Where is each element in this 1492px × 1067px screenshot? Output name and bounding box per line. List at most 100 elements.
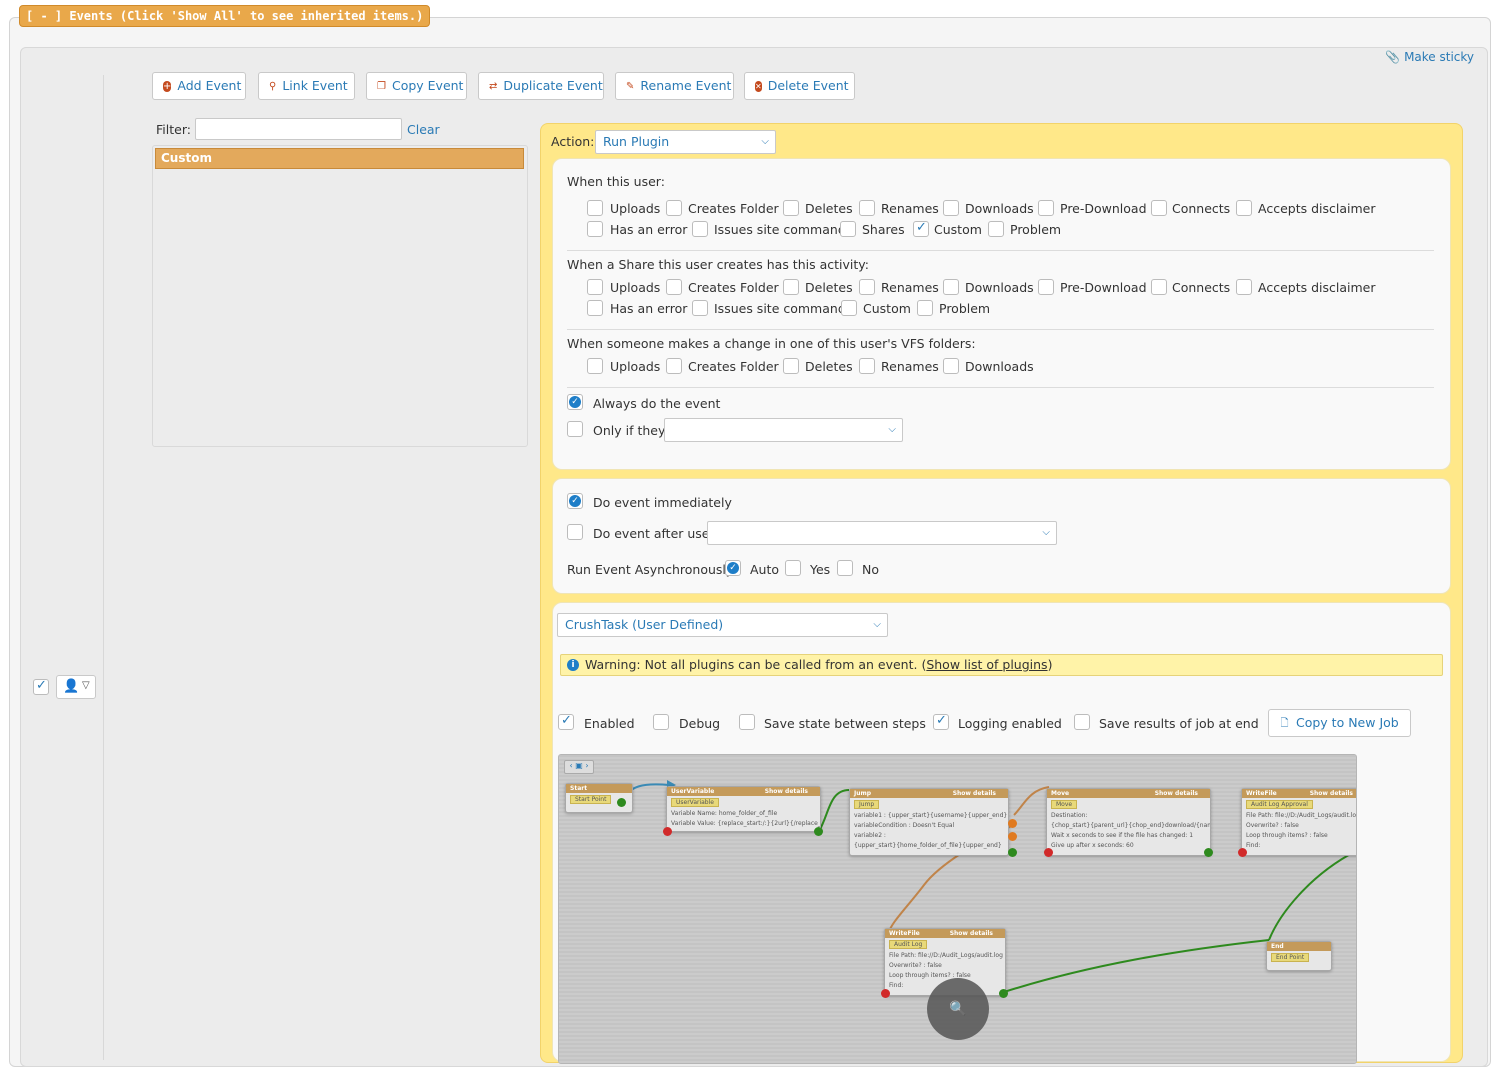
when-share-checkbox[interactable]: [666, 279, 682, 295]
when-vfs-checkbox[interactable]: [666, 358, 682, 374]
plus-circle-icon: +: [163, 80, 172, 92]
show-details-link[interactable]: Show details: [950, 929, 1005, 938]
node-port[interactable]: [999, 989, 1008, 998]
async-auto-checkbox[interactable]: [725, 560, 741, 576]
warning-text: Warning: Not all plugins can be called f…: [585, 657, 927, 672]
node-title: UserVariable: [671, 788, 715, 795]
debug-checkbox[interactable]: [653, 714, 669, 730]
end-node[interactable]: End End Point: [1266, 941, 1332, 971]
when-user-checkbox[interactable]: [587, 200, 603, 216]
move-node[interactable]: Move Show details Move Destination: {chop…: [1046, 788, 1211, 856]
when-share-checkbox[interactable]: [1151, 279, 1167, 295]
event-list-item[interactable]: Custom: [155, 148, 524, 169]
when-vfs-checkbox[interactable]: [943, 358, 959, 374]
logging-checkbox[interactable]: [933, 713, 949, 730]
when-share-checkbox[interactable]: [1038, 279, 1054, 295]
action-select[interactable]: Run Plugin ⌵: [595, 130, 776, 154]
when-user-checkbox[interactable]: [587, 221, 603, 237]
delete-event-button[interactable]: ✕ Delete Event: [744, 72, 855, 100]
node-port[interactable]: [1204, 848, 1213, 857]
node-port[interactable]: [1008, 848, 1017, 857]
show-details-link[interactable]: Show details: [765, 787, 820, 796]
only-if-checkbox[interactable]: [567, 421, 583, 437]
when-user-checkbox[interactable]: [1151, 200, 1167, 216]
user-menu-button[interactable]: 👤 ▽: [56, 675, 96, 699]
when-share-label: Deletes: [805, 280, 853, 295]
events-section-header[interactable]: [ - ] Events (Click 'Show All' to see in…: [19, 5, 431, 27]
writefile-approval-node[interactable]: WriteFile Show details Audit Log Approval…: [1241, 788, 1356, 856]
filter-input[interactable]: [195, 118, 402, 140]
when-user-checkbox[interactable]: [943, 200, 959, 216]
when-user-label: Shares: [862, 222, 905, 237]
save-results-checkbox[interactable]: [1074, 714, 1090, 730]
plugin-select[interactable]: CrushTask (User Defined) ⌵: [557, 613, 888, 637]
add-event-button[interactable]: + Add Event: [152, 72, 246, 100]
node-port[interactable]: [1008, 819, 1017, 828]
when-user-checkbox[interactable]: [666, 200, 682, 216]
when-user-checkbox[interactable]: [783, 200, 799, 216]
link-event-button[interactable]: ⚲ Link Event: [258, 72, 355, 100]
when-share-label: Problem: [939, 301, 991, 316]
clear-filter-link[interactable]: Clear: [407, 122, 440, 137]
when-share-checkbox[interactable]: [692, 300, 708, 316]
node-port[interactable]: [663, 827, 672, 836]
when-user-checkbox[interactable]: [692, 221, 708, 237]
when-share-checkbox[interactable]: [1236, 279, 1252, 295]
node-row: variable1 : {upper_start}{username}{uppe…: [854, 812, 1008, 819]
save-state-checkbox[interactable]: [739, 714, 755, 730]
uservariable-node[interactable]: UserVariable Show details UserVariable Va…: [666, 786, 821, 832]
divider: [103, 75, 104, 1060]
when-vfs-checkbox[interactable]: [859, 358, 875, 374]
node-port[interactable]: [1008, 832, 1017, 841]
node-title: End: [1267, 942, 1331, 951]
async-yes-checkbox[interactable]: [785, 560, 801, 576]
when-share-checkbox[interactable]: [841, 300, 857, 316]
when-share-checkbox[interactable]: [917, 300, 933, 316]
node-port[interactable]: [617, 798, 626, 807]
when-share-checkbox[interactable]: [587, 279, 603, 295]
when-share-checkbox[interactable]: [859, 279, 875, 295]
node-tag: End Point: [1271, 953, 1310, 962]
do-after-checkbox[interactable]: [567, 524, 583, 540]
node-port[interactable]: [881, 989, 890, 998]
when-vfs-checkbox[interactable]: [783, 358, 799, 374]
when-user-checkbox[interactable]: [1236, 200, 1252, 216]
when-user-checkbox[interactable]: [859, 200, 875, 216]
show-details-link[interactable]: Show details: [1310, 789, 1356, 798]
node-port[interactable]: [814, 827, 823, 836]
when-share-checkbox[interactable]: [943, 279, 959, 295]
inherit-checkbox[interactable]: [33, 678, 49, 695]
copy-event-button[interactable]: ❐ Copy Event: [366, 72, 467, 100]
when-user-label: Uploads: [610, 201, 661, 216]
do-after-select[interactable]: ⌵: [707, 521, 1057, 545]
when-share-checkbox[interactable]: [587, 300, 603, 316]
show-details-link[interactable]: Show details: [953, 789, 1008, 798]
when-share-label: Downloads: [965, 280, 1034, 295]
always-checkbox[interactable]: [567, 394, 583, 410]
enabled-checkbox[interactable]: [558, 713, 574, 730]
node-port[interactable]: [1044, 848, 1053, 857]
node-row: File Path: file://D:/Audit_Logs/audit.lo…: [889, 952, 1003, 959]
rename-event-button[interactable]: ✎ Rename Event: [615, 72, 734, 100]
async-no-checkbox[interactable]: [837, 560, 853, 576]
node-row: Overwrite? : false: [1246, 822, 1299, 829]
when-user-checkbox[interactable]: [840, 221, 856, 237]
when-user-checkbox[interactable]: [913, 220, 929, 237]
jump-node[interactable]: Jump Show details Jump variable1 : {upper…: [849, 788, 1009, 856]
zoom-icon[interactable]: 🔍: [927, 978, 989, 1040]
duplicate-event-button[interactable]: ⇄ Duplicate Event: [478, 72, 604, 100]
show-details-link[interactable]: Show details: [1155, 789, 1210, 798]
copy-to-new-job-label: Copy to New Job: [1296, 715, 1399, 730]
node-port[interactable]: [1238, 848, 1247, 857]
show-plugins-link[interactable]: Show list of plugins: [926, 657, 1047, 672]
when-user-checkbox[interactable]: [988, 221, 1004, 237]
when-share-checkbox[interactable]: [783, 279, 799, 295]
when-vfs-checkbox[interactable]: [587, 358, 603, 374]
only-if-select[interactable]: ⌵: [664, 418, 903, 442]
when-user-checkbox[interactable]: [1038, 200, 1054, 216]
make-sticky-link[interactable]: 📎 Make sticky: [1385, 50, 1474, 64]
do-immediately-checkbox[interactable]: [567, 493, 583, 509]
copy-to-new-job-button[interactable]: 🗋 Copy to New Job: [1268, 709, 1411, 737]
async-auto-label: Auto: [750, 562, 780, 577]
when-share-label: Has an error: [610, 301, 688, 316]
